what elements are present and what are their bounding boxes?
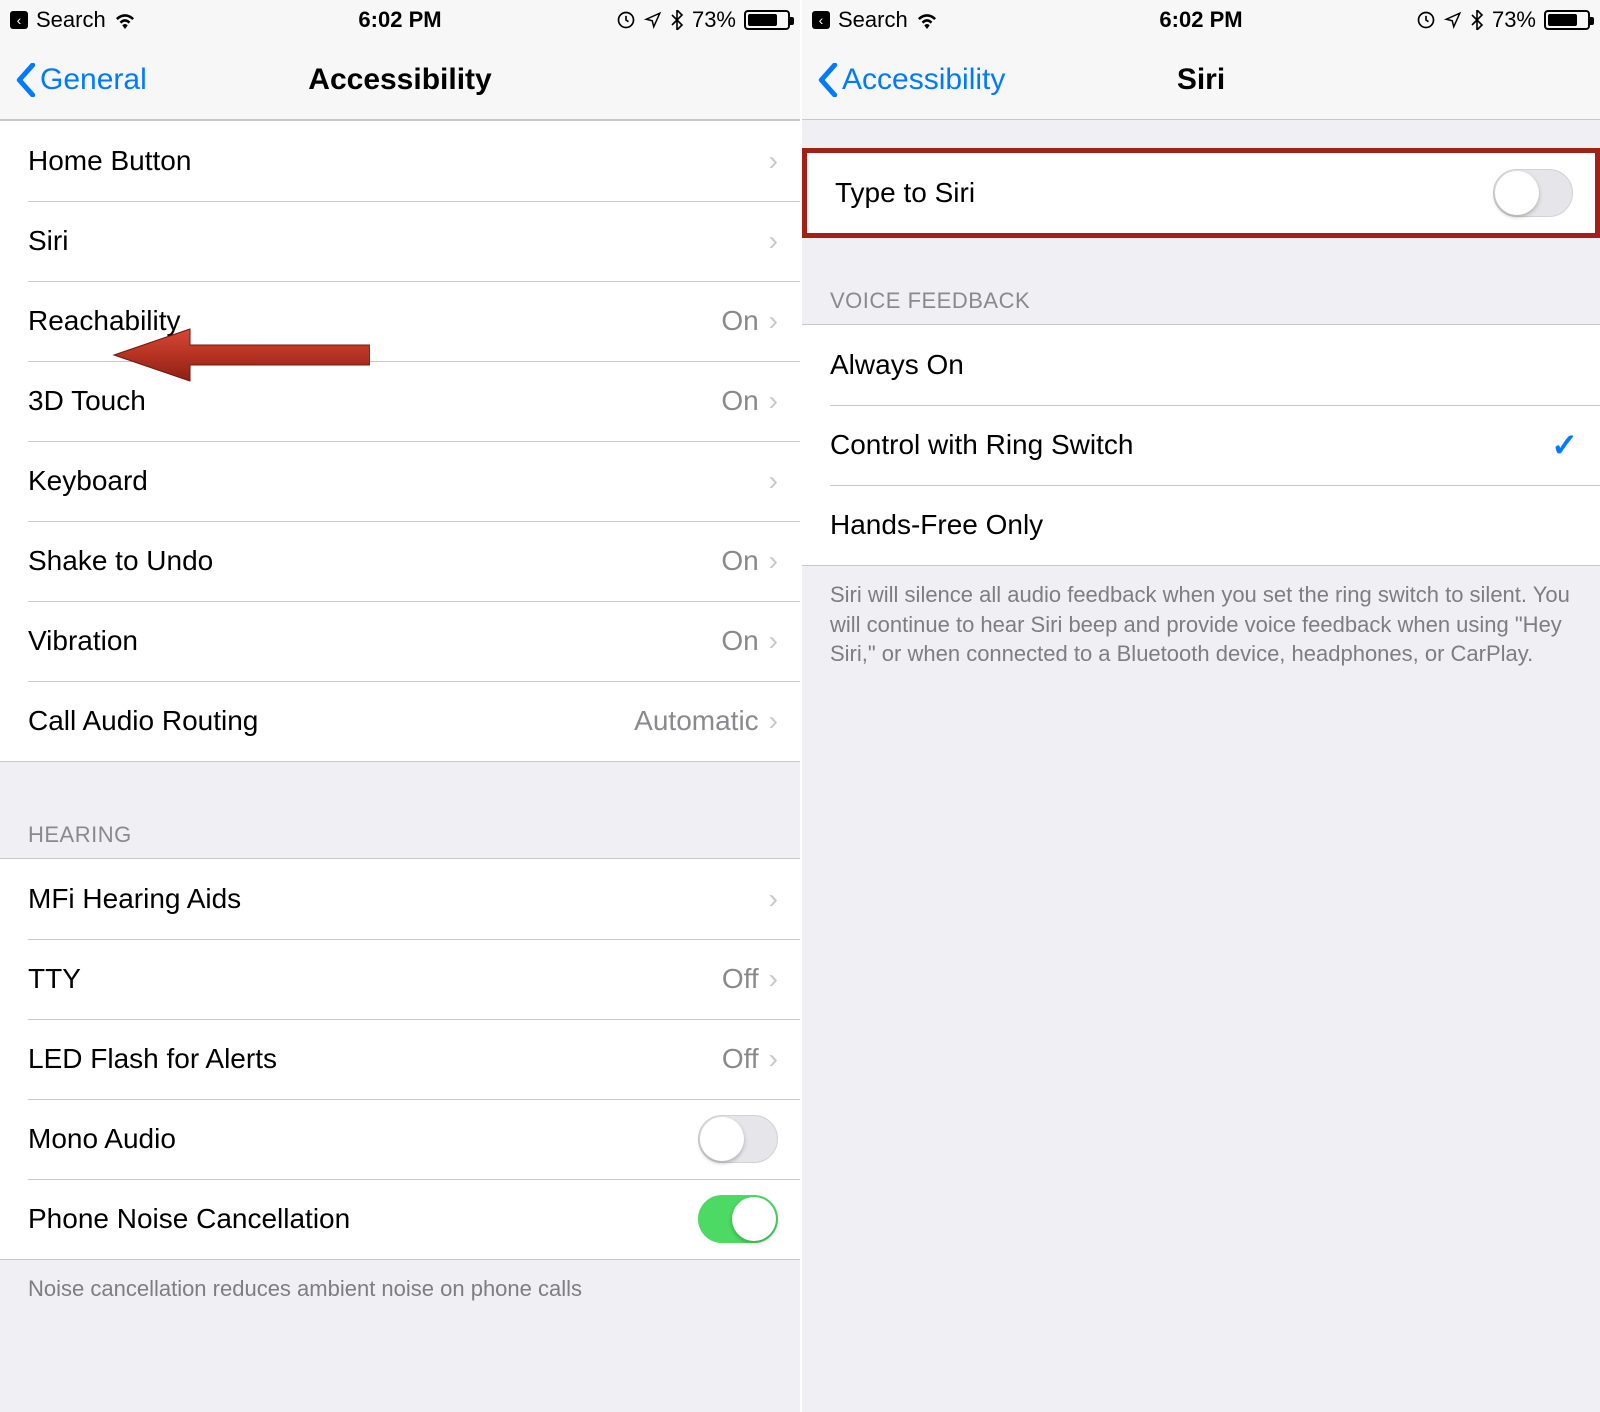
hearing-list: MFi Hearing Aids › TTY Off › LED Flash f… bbox=[0, 858, 800, 1260]
chevron-right-icon: › bbox=[769, 385, 778, 417]
wifi-icon bbox=[114, 11, 136, 29]
row-label: Hands-Free Only bbox=[830, 509, 1578, 541]
row-label: Call Audio Routing bbox=[28, 705, 634, 737]
type-to-siri-toggle[interactable] bbox=[1493, 169, 1573, 217]
chevron-right-icon: › bbox=[769, 705, 778, 737]
chevron-right-icon: › bbox=[769, 145, 778, 177]
nav-back-label: General bbox=[40, 63, 147, 97]
location-icon bbox=[1444, 11, 1462, 29]
screen-accessibility: ‹ Search 6:02 PM 73% bbox=[0, 0, 800, 1412]
row-phone-noise-cancellation: Phone Noise Cancellation bbox=[0, 1179, 800, 1259]
row-label: Home Button bbox=[28, 145, 769, 177]
row-reachability[interactable]: Reachability On › bbox=[0, 281, 800, 361]
rotation-lock-icon bbox=[616, 10, 636, 30]
row-label: Vibration bbox=[28, 625, 721, 657]
row-home-button[interactable]: Home Button › bbox=[0, 121, 800, 201]
row-detail: On bbox=[721, 385, 758, 417]
battery-percent: 73% bbox=[692, 7, 736, 33]
location-icon bbox=[644, 11, 662, 29]
row-keyboard[interactable]: Keyboard › bbox=[0, 441, 800, 521]
row-vibration[interactable]: Vibration On › bbox=[0, 601, 800, 681]
chevron-right-icon: › bbox=[769, 963, 778, 995]
noise-cancel-footer: Noise cancellation reduces ambient noise… bbox=[0, 1260, 800, 1304]
chevron-right-icon: › bbox=[769, 545, 778, 577]
bluetooth-icon bbox=[670, 10, 684, 30]
row-detail: On bbox=[721, 305, 758, 337]
wifi-icon bbox=[916, 11, 938, 29]
row-label: Shake to Undo bbox=[28, 545, 721, 577]
nav-back-button[interactable]: Accessibility bbox=[818, 63, 1005, 97]
row-label: Keyboard bbox=[28, 465, 769, 497]
chevron-right-icon: › bbox=[769, 1043, 778, 1075]
row-label: Control with Ring Switch bbox=[830, 429, 1551, 461]
row-label: Reachability bbox=[28, 305, 721, 337]
battery-percent: 73% bbox=[1492, 7, 1536, 33]
chevron-left-icon bbox=[16, 63, 36, 97]
row-label: TTY bbox=[28, 963, 722, 995]
mono-audio-toggle[interactable] bbox=[698, 1115, 778, 1163]
screen-siri: ‹ Search 6:02 PM 73% bbox=[800, 0, 1600, 1412]
chevron-right-icon: › bbox=[769, 225, 778, 257]
row-siri[interactable]: Siri › bbox=[0, 201, 800, 281]
section-header-hearing: Hearing bbox=[0, 822, 800, 858]
voice-feedback-list: Always On Control with Ring Switch ✓ Han… bbox=[802, 324, 1600, 566]
nav-back-label: Accessibility bbox=[842, 63, 1005, 97]
interaction-list: Home Button › Siri › Reachability On › 3… bbox=[0, 120, 800, 762]
nav-bar: General Accessibility bbox=[0, 40, 800, 120]
row-mfi-hearing-aids[interactable]: MFi Hearing Aids › bbox=[0, 859, 800, 939]
row-vf-hands-free[interactable]: Hands-Free Only bbox=[802, 485, 1600, 565]
row-detail: On bbox=[721, 545, 758, 577]
rotation-lock-icon bbox=[1416, 10, 1436, 30]
nav-back-button[interactable]: General bbox=[16, 63, 147, 97]
chevron-right-icon: › bbox=[769, 625, 778, 657]
status-back-label[interactable]: Search bbox=[36, 7, 106, 33]
row-label: Type to Siri bbox=[835, 177, 1493, 209]
noise-cancellation-toggle[interactable] bbox=[698, 1195, 778, 1243]
row-label: LED Flash for Alerts bbox=[28, 1043, 722, 1075]
row-3d-touch[interactable]: 3D Touch On › bbox=[0, 361, 800, 441]
row-label: Phone Noise Cancellation bbox=[28, 1203, 698, 1235]
row-call-audio-routing[interactable]: Call Audio Routing Automatic › bbox=[0, 681, 800, 761]
annotation-highlight: Type to Siri bbox=[802, 148, 1600, 238]
row-shake-to-undo[interactable]: Shake to Undo On › bbox=[0, 521, 800, 601]
row-label: 3D Touch bbox=[28, 385, 721, 417]
row-label: Mono Audio bbox=[28, 1123, 698, 1155]
chevron-right-icon: › bbox=[769, 883, 778, 915]
chevron-right-icon: › bbox=[769, 305, 778, 337]
chevron-left-icon bbox=[818, 63, 838, 97]
row-vf-ring-switch[interactable]: Control with Ring Switch ✓ bbox=[802, 405, 1600, 485]
row-mono-audio: Mono Audio bbox=[0, 1099, 800, 1179]
row-led-flash[interactable]: LED Flash for Alerts Off › bbox=[0, 1019, 800, 1099]
row-tty[interactable]: TTY Off › bbox=[0, 939, 800, 1019]
chevron-right-icon: › bbox=[769, 465, 778, 497]
row-label: MFi Hearing Aids bbox=[28, 883, 769, 915]
status-bar: ‹ Search 6:02 PM 73% bbox=[802, 0, 1600, 40]
bluetooth-icon bbox=[1470, 10, 1484, 30]
row-vf-always-on[interactable]: Always On bbox=[802, 325, 1600, 405]
row-type-to-siri: Type to Siri bbox=[807, 153, 1595, 233]
row-detail: Automatic bbox=[634, 705, 759, 737]
section-header-voice-feedback: Voice Feedback bbox=[802, 288, 1600, 324]
status-back-label[interactable]: Search bbox=[838, 7, 908, 33]
nav-bar: Accessibility Siri bbox=[802, 40, 1600, 120]
status-back-icon[interactable]: ‹ bbox=[812, 11, 830, 29]
checkmark-icon: ✓ bbox=[1551, 426, 1578, 464]
status-bar: ‹ Search 6:02 PM 73% bbox=[0, 0, 800, 40]
voice-feedback-footer: Siri will silence all audio feedback whe… bbox=[802, 566, 1600, 669]
row-detail: Off bbox=[722, 963, 759, 995]
row-label: Siri bbox=[28, 225, 769, 257]
row-detail: Off bbox=[722, 1043, 759, 1075]
row-detail: On bbox=[721, 625, 758, 657]
status-back-icon[interactable]: ‹ bbox=[10, 11, 28, 29]
battery-icon bbox=[744, 10, 790, 30]
battery-icon bbox=[1544, 10, 1590, 30]
row-label: Always On bbox=[830, 349, 1578, 381]
